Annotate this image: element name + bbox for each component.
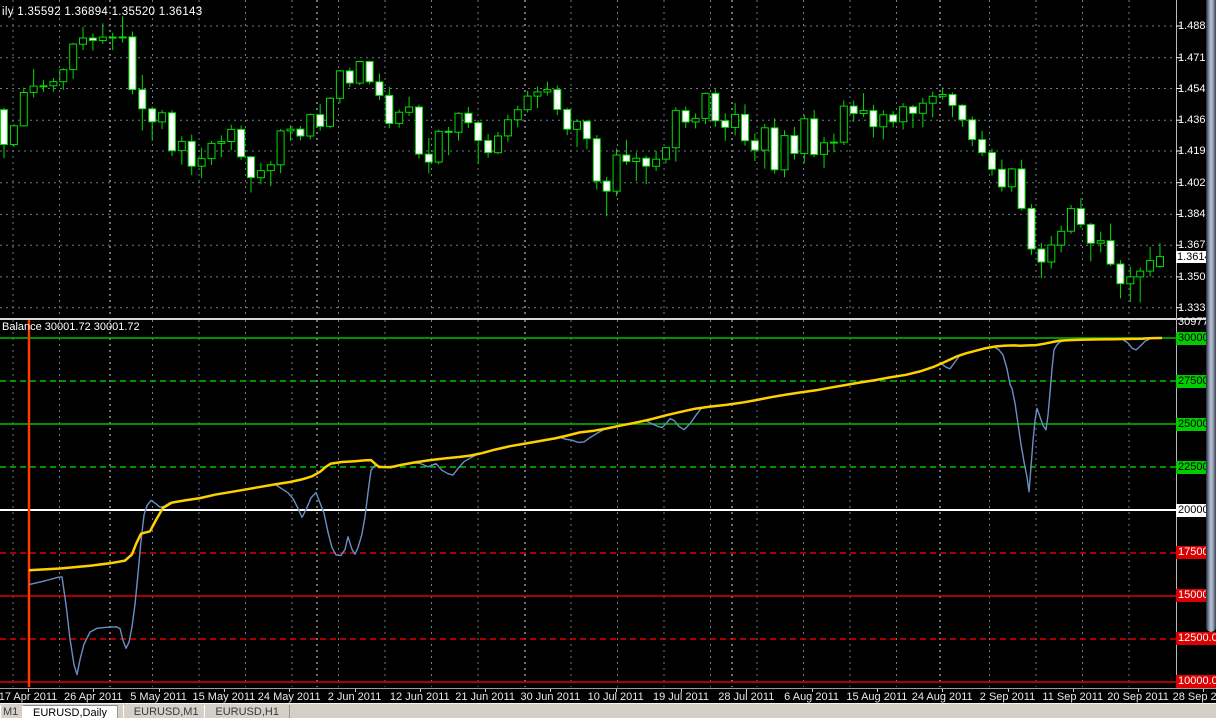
- date-label: 5 May 2011: [130, 691, 187, 703]
- chart-tab-eurusd-m1[interactable]: EURUSD,M1: [123, 705, 210, 718]
- date-label: 28 Sep 2011: [1173, 691, 1216, 703]
- chart-tab-bar: M1EURUSD,Daily EURUSD,M1EURUSD,H1: [0, 703, 1216, 718]
- date-axis[interactable]: 17 Apr 2011 26 Apr 2011 5 May 2011 15 May 2…: [0, 688, 1216, 704]
- date-label: 26 Apr 2011: [64, 691, 123, 703]
- panel-separator: [0, 318, 1216, 320]
- indicator-label: Balance 30001.72 30001.72: [2, 321, 140, 333]
- date-label: 11 Sep 2011: [1042, 691, 1103, 703]
- level-label: 12500.0: [1176, 632, 1216, 645]
- date-label: 15 Aug 2011: [846, 691, 907, 703]
- date-label: 21 Jun 2011: [455, 691, 515, 703]
- chart-tab-eurusd-daily[interactable]: EURUSD,Daily: [22, 705, 118, 718]
- level-label: 10000.0: [1176, 675, 1216, 688]
- chart-tab-eurusd-h1[interactable]: EURUSD,H1: [204, 705, 290, 718]
- date-label: 24 May 2011: [258, 691, 321, 703]
- mt4-terminal-window: ily 1.35592 1.36894 1.35520 1.36143 Bala…: [0, 0, 1216, 718]
- date-label: 10 Jul 2011: [588, 691, 644, 703]
- date-label: 15 May 2011: [192, 691, 255, 703]
- date-label: 19 Jul 2011: [653, 691, 709, 703]
- date-label: 24 Aug 2011: [912, 691, 973, 703]
- chart-canvas[interactable]: [0, 0, 1216, 688]
- date-label: 12 Jun 2011: [390, 691, 450, 703]
- date-label: 2 Jun 2011: [328, 691, 382, 703]
- date-label: 17 Apr 2011: [0, 691, 57, 703]
- chart-title-quote: ily 1.35592 1.36894 1.35520 1.36143: [2, 6, 202, 18]
- date-label: 2 Sep 2011: [980, 691, 1035, 703]
- chart-tab-partial[interactable]: M1: [0, 705, 24, 718]
- date-label: 6 Aug 2011: [784, 691, 839, 703]
- vertical-scrollbar-thumb[interactable]: [1206, 0, 1216, 632]
- date-label: 20 Sep 2011: [1107, 691, 1169, 703]
- date-label: 28 Jul 2011: [718, 691, 774, 703]
- date-label: 30 Jun 2011: [521, 691, 581, 703]
